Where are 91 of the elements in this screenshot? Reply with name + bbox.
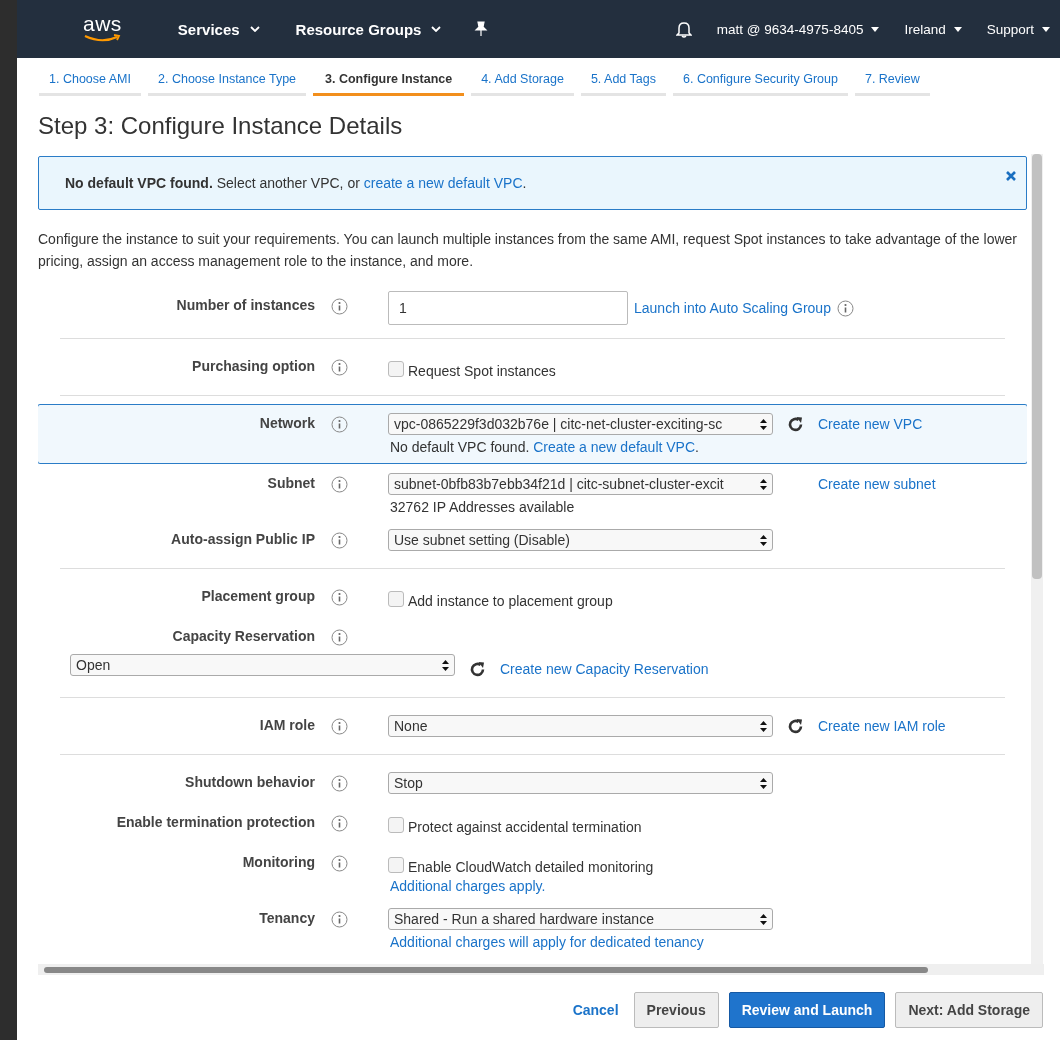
select-dropdown[interactable]: Shared - Run a shared hardware instance	[388, 908, 773, 930]
help-text: 32762 IP Addresses available	[390, 499, 576, 515]
updown-arrows-icon	[760, 418, 767, 430]
info-icon[interactable]	[331, 589, 348, 606]
field-label: Monitoring	[241, 853, 315, 870]
create-default-vpc-link[interactable]: create a new default VPC	[363, 175, 523, 191]
field-label: Auto-assign Public IP	[170, 530, 315, 547]
info-icon[interactable]	[331, 911, 348, 928]
refresh-icon[interactable]	[787, 415, 804, 433]
side-link[interactable]: Create new IAM role	[818, 718, 946, 734]
field-label: Network	[258, 414, 315, 431]
select-dropdown[interactable]: vpc-0865229f3d032b76e | citc-net-cluster-exciting-sc	[388, 413, 773, 435]
field-label: Capacity Reservation	[171, 627, 315, 644]
wizard-step-tab[interactable]: 6. Configure Security Group	[673, 66, 848, 96]
caret-icon	[249, 26, 260, 32]
info-icon[interactable]	[331, 855, 348, 872]
checkbox-label: Request Spot instances	[408, 363, 556, 379]
info-icon[interactable]	[331, 718, 348, 735]
checkbox[interactable]	[388, 361, 404, 377]
help-link[interactable]: Additional charges apply.	[390, 878, 546, 894]
updown-arrows-icon	[760, 478, 767, 490]
cancel-link[interactable]: Cancel	[572, 1002, 619, 1018]
footer-button[interactable]: Next: Add Storage	[895, 992, 1043, 1028]
info-icon[interactable]	[331, 775, 348, 792]
text-input[interactable]: 1	[388, 291, 628, 325]
vertical-scrollbar[interactable]	[1031, 154, 1043, 964]
checkbox-label: Add instance to placement group	[408, 593, 613, 609]
wizard-step-tab[interactable]: 4. Add Storage	[471, 66, 574, 96]
aws-logo[interactable]: aws	[83, 15, 122, 43]
info-icon[interactable]	[331, 629, 348, 646]
select-dropdown[interactable]: Open	[70, 654, 455, 676]
wizard-step-tab[interactable]: 1. Choose AMI	[39, 66, 141, 96]
field-label: Shutdown behavior	[184, 773, 315, 790]
updown-arrows-icon	[760, 534, 767, 546]
nav-menu[interactable]: Services	[177, 20, 260, 38]
caret-icon	[431, 26, 442, 32]
field-label: Placement group	[200, 587, 315, 604]
intro-text: Configure the instance to suit your requirements. You can launch multiple instances from the same AMI, request Spot instances to take advantage of the lower pricing, assign an access management role to the instance, and more.	[38, 230, 1018, 271]
refresh-icon[interactable]	[787, 717, 804, 735]
updown-arrows-icon	[760, 913, 767, 925]
field-label: IAM role	[258, 716, 315, 733]
help-link[interactable]: Additional charges will apply for dedicated tenancy	[390, 934, 704, 950]
checkbox[interactable]	[388, 591, 404, 607]
side-link[interactable]: Create new VPC	[818, 416, 923, 432]
pin-icon[interactable]	[474, 21, 489, 37]
checkbox-label: Enable CloudWatch detailed monitoring	[408, 859, 654, 875]
field-label: Enable termination protection	[115, 813, 315, 830]
select-dropdown[interactable]: subnet-0bfb83b7ebb34f21d | citc-subnet-cluster-excit	[388, 473, 773, 495]
select-dropdown[interactable]: Stop	[388, 772, 773, 794]
wizard-step-tab[interactable]: 5. Add Tags	[580, 66, 666, 96]
side-link[interactable]: Launch into Auto Scaling Group	[634, 300, 831, 316]
help-text: No default VPC found. Create a new default VPC.	[390, 439, 700, 455]
checkbox[interactable]	[388, 857, 404, 873]
wizard-step-tab[interactable]: 2. Choose Instance Type	[148, 66, 307, 96]
nav-menu[interactable]: Ireland	[904, 21, 962, 37]
checkbox[interactable]	[388, 817, 404, 833]
footer-button[interactable]: Review and Launch	[728, 992, 886, 1028]
caret-icon	[871, 26, 880, 32]
field-label: Number of instances	[175, 296, 315, 313]
footer-button[interactable]: Previous	[633, 992, 719, 1028]
select-dropdown[interactable]: Use subnet setting (Disable)	[388, 529, 773, 551]
updown-arrows-icon	[760, 777, 767, 789]
bell-icon[interactable]	[675, 20, 692, 38]
nav-menu[interactable]: matt @ 9634-4975-8405	[716, 21, 880, 37]
wizard-step-tab[interactable]: 3. Configure Instance	[313, 66, 465, 96]
info-icon[interactable]	[331, 359, 348, 376]
info-icon[interactable]	[331, 298, 348, 315]
info-icon[interactable]	[836, 299, 854, 317]
select-dropdown[interactable]: None	[388, 715, 773, 737]
info-icon[interactable]	[331, 815, 348, 832]
caret-icon	[1042, 26, 1050, 32]
side-link[interactable]: Create new Capacity Reservation	[500, 661, 709, 677]
updown-arrows-icon	[442, 659, 449, 671]
field-label: Purchasing option	[191, 357, 315, 374]
info-icon[interactable]	[331, 532, 348, 549]
updown-arrows-icon	[760, 720, 767, 732]
alert-message: No default VPC found. Select another VPC, or create a new default VPC.	[65, 175, 527, 191]
field-label: Subnet	[266, 474, 315, 491]
page-title: Step 3: Configure Instance Details	[38, 112, 404, 140]
wizard-step-tab[interactable]: 7. Review	[854, 66, 930, 96]
checkbox-label: Protect against accidental termination	[408, 819, 642, 835]
close-icon[interactable]	[1006, 171, 1016, 181]
horizontal-scrollbar[interactable]	[38, 964, 1044, 975]
caret-icon	[953, 26, 962, 32]
nav-menu[interactable]: Resource Groups	[295, 20, 442, 38]
side-link[interactable]: Create new subnet	[818, 476, 936, 492]
refresh-icon[interactable]	[469, 660, 486, 678]
field-label: Tenancy	[258, 909, 315, 926]
info-icon[interactable]	[331, 416, 348, 433]
nav-menu[interactable]: Support	[986, 21, 1050, 37]
info-icon[interactable]	[331, 476, 348, 493]
